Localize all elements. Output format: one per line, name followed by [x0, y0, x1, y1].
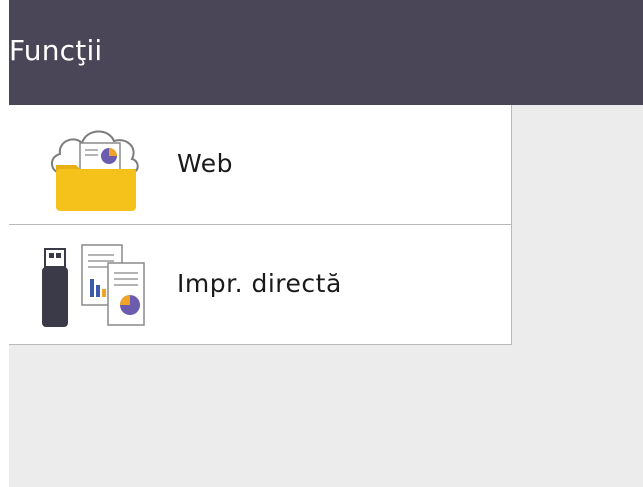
menu-item-web[interactable]: Web: [9, 105, 511, 224]
menu-item-web-label: Web: [177, 149, 234, 178]
title-bar: Funcţii: [9, 0, 643, 105]
menu-item-direct-print[interactable]: Impr. directă: [9, 225, 511, 344]
screen: Funcţii Web Impr. directă: [9, 0, 643, 487]
page-title: Funcţii: [9, 34, 103, 67]
usb-direct-print-icon: [42, 241, 146, 331]
web-cloud-folder-icon: [42, 121, 146, 211]
function-menu: Web Impr. directă: [9, 105, 512, 345]
menu-item-direct-print-label: Impr. directă: [177, 269, 342, 298]
